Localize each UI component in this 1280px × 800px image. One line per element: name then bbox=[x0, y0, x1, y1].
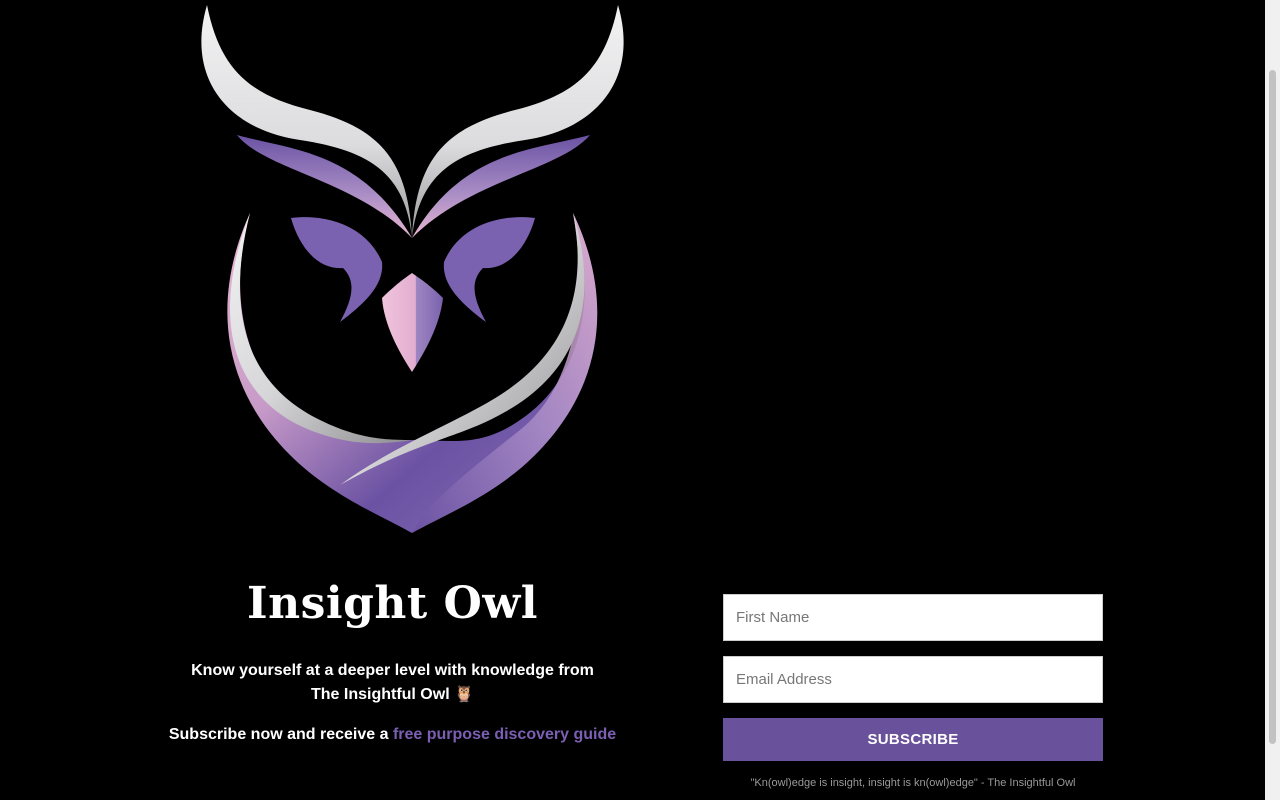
vertical-scrollbar[interactable] bbox=[1265, 0, 1280, 800]
owl-emoji-icon: 🦉 bbox=[454, 686, 475, 703]
tagline-text: Know yourself at a deeper level with kno… bbox=[191, 662, 594, 703]
offer-text: Subscribe now and receive a free purpose… bbox=[150, 723, 635, 747]
page-title: Insight Owl bbox=[247, 578, 538, 629]
free-guide-link[interactable]: free purpose discovery guide bbox=[393, 726, 616, 743]
scrollbar-thumb[interactable] bbox=[1269, 70, 1276, 744]
email-field[interactable] bbox=[723, 656, 1103, 703]
offer-prefix: Subscribe now and receive a bbox=[168, 726, 389, 743]
tagline: Know yourself at a deeper level with kno… bbox=[183, 659, 602, 707]
footer-quote: "Kn(owl)edge is insight, insight is kn(o… bbox=[750, 777, 1076, 789]
subscribe-button[interactable]: SUBSCRIBE bbox=[723, 718, 1103, 761]
owl-logo-icon bbox=[201, 5, 624, 533]
first-name-field[interactable] bbox=[723, 594, 1103, 641]
